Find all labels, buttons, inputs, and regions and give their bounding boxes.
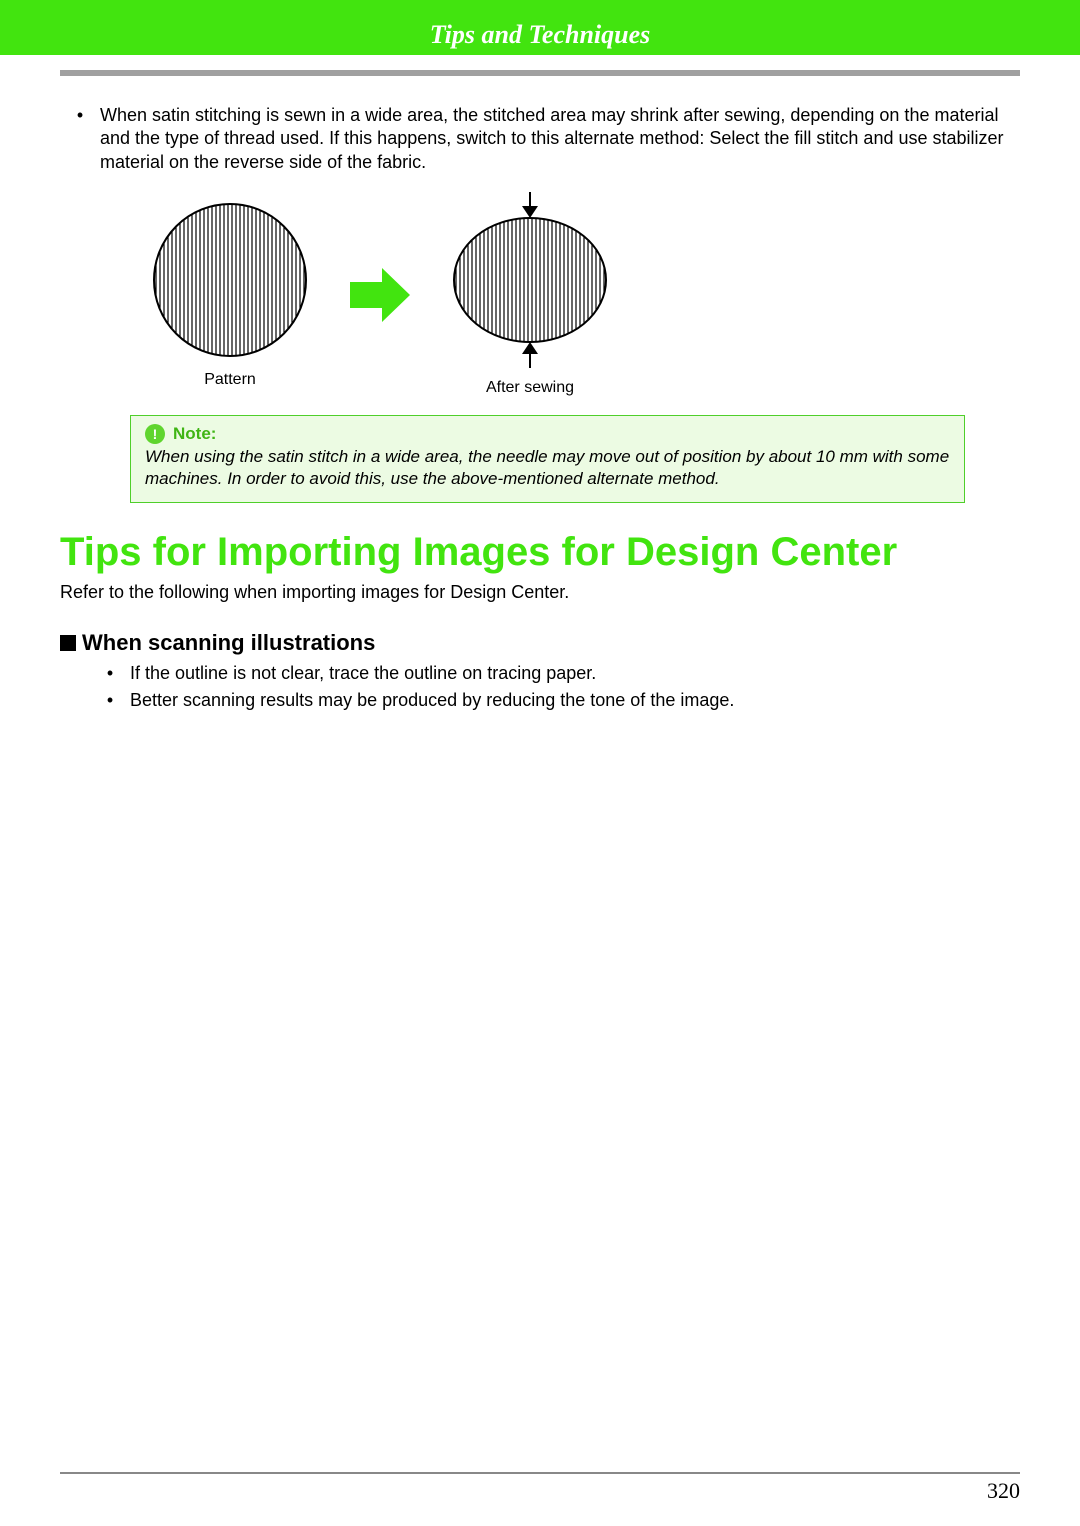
alert-icon: ! <box>145 424 165 444</box>
paragraph-text: When satin stitching is sewn in a wide a… <box>100 104 1020 174</box>
figure-after-sewing: After sewing <box>450 192 610 397</box>
page-content: • When satin stitching is sewn in a wide… <box>60 100 1020 717</box>
section-intro: Refer to the following when importing im… <box>60 581 1020 604</box>
subheading: When scanning illustrations <box>60 630 1020 656</box>
bullet-icon: • <box>90 662 130 685</box>
circle-sewing-icon <box>450 192 610 368</box>
subheading-text: When scanning illustrations <box>82 630 375 656</box>
list-item-text: If the outline is not clear, trace the o… <box>130 662 1020 685</box>
square-bullet-icon <box>60 635 76 651</box>
note-label: Note: <box>173 424 216 444</box>
footer-rule <box>60 1472 1020 1474</box>
section-heading: Tips for Importing Images for Design Cen… <box>60 531 1020 574</box>
note-box: ! Note: When using the satin stitch in a… <box>130 415 965 503</box>
bullet-icon: • <box>60 104 100 174</box>
figure-row: Pattern After sewing <box>150 192 1020 397</box>
figure-pattern-caption: Pattern <box>150 371 310 389</box>
list-item: • If the outline is not clear, trace the… <box>90 662 1020 685</box>
list-item-text: Better scanning results may be produced … <box>130 689 1020 712</box>
header-rule <box>60 70 1020 76</box>
arrow-right-icon <box>350 268 410 322</box>
paragraph-satin-stitch: • When satin stitching is sewn in a wide… <box>60 104 1020 174</box>
circle-pattern-icon <box>150 200 310 360</box>
page-header: Tips and Techniques <box>0 20 1080 50</box>
note-header: ! Note: <box>145 424 950 444</box>
sub-list: • If the outline is not clear, trace the… <box>90 662 1020 713</box>
note-text: When using the satin stitch in a wide ar… <box>145 446 950 490</box>
list-item: • Better scanning results may be produce… <box>90 689 1020 712</box>
bullet-icon: • <box>90 689 130 712</box>
figure-pattern: Pattern <box>150 200 310 389</box>
figure-sewing-caption: After sewing <box>450 379 610 397</box>
page-number: 320 <box>987 1478 1020 1504</box>
